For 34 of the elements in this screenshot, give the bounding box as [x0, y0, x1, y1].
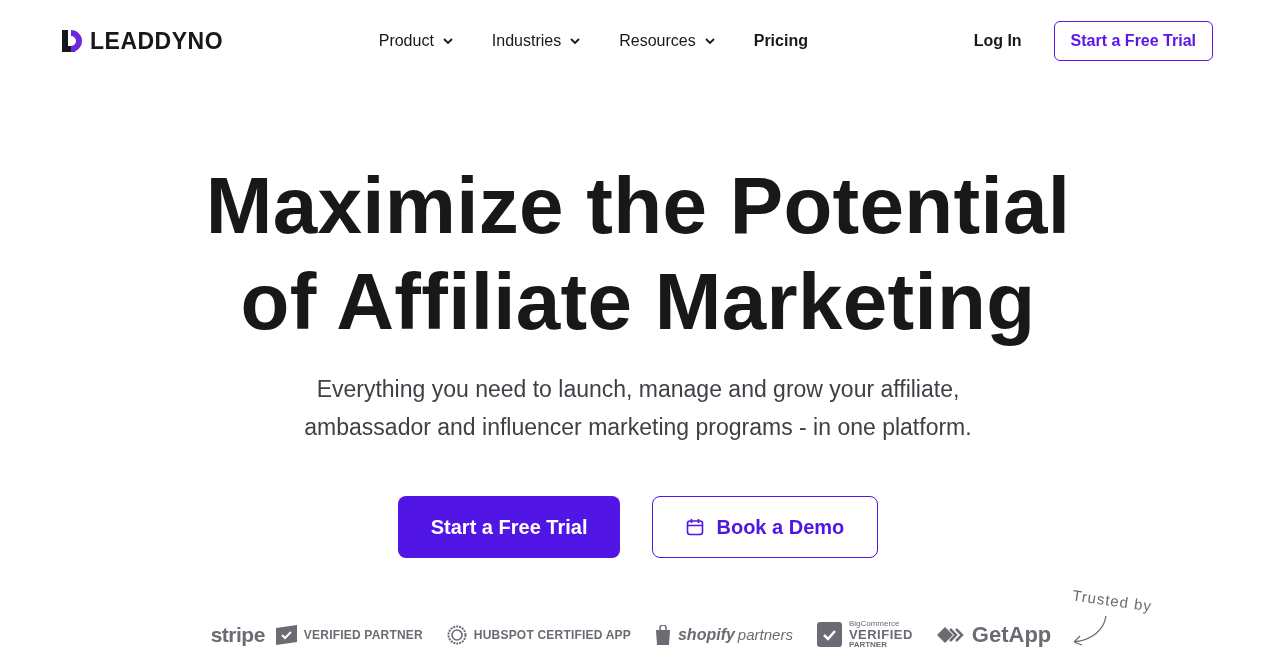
- badge-text: PARTNER: [848, 641, 888, 649]
- shopping-bag-icon: [654, 624, 671, 645]
- logo-text: LEADDYNO: [90, 27, 224, 55]
- logo-text: partners: [737, 625, 793, 643]
- trusted-by-caption: Trusted by: [1071, 586, 1154, 615]
- chevron-down-icon: [441, 37, 454, 45]
- seal-icon: [446, 624, 467, 645]
- logo-text: stripe: [210, 622, 265, 647]
- logo-text: shopify: [677, 625, 735, 643]
- check-icon: [816, 622, 842, 647]
- logo-text: GetApp: [971, 621, 1052, 648]
- arrows-icon: [936, 626, 965, 643]
- calendar-icon: [686, 518, 705, 536]
- login-link[interactable]: Log In: [973, 32, 1022, 50]
- logo-icon: [62, 30, 84, 52]
- check-icon: [275, 624, 297, 645]
- badge-text: HUBSPOT CERTIFIED APP: [473, 627, 631, 642]
- nav-menu-item[interactable]: Industries: [491, 32, 582, 50]
- chevron-down-icon: [569, 37, 582, 45]
- chevron-down-icon: [703, 37, 716, 45]
- curved-arrow-icon: [1071, 614, 1109, 646]
- hero-title: of Affiliate Marketing: [239, 256, 1037, 348]
- badge-text: VERIFIED: [848, 628, 913, 641]
- nav-link[interactable]: Pricing: [753, 32, 808, 50]
- badge-text: VERIFIED PARTNER: [303, 627, 423, 642]
- trial-button[interactable]: Start a Free Trial: [1053, 21, 1213, 61]
- demo-button[interactable]: Book a Demo: [652, 496, 879, 558]
- nav-menu-item[interactable]: Resources: [619, 32, 716, 50]
- hero-title: Maximize the Potential: [205, 160, 1071, 252]
- hero-subtitle: Everything you need to launch, manage and grow your affiliate,: [315, 375, 961, 404]
- badge-text: BigCommerce: [848, 620, 901, 628]
- nav-menu-item[interactable]: Product: [378, 32, 454, 50]
- trial-button[interactable]: Start a Free Trial: [397, 496, 621, 558]
- hero-subtitle: ambassador and influencer marketing programs - in one platform.: [304, 413, 972, 442]
